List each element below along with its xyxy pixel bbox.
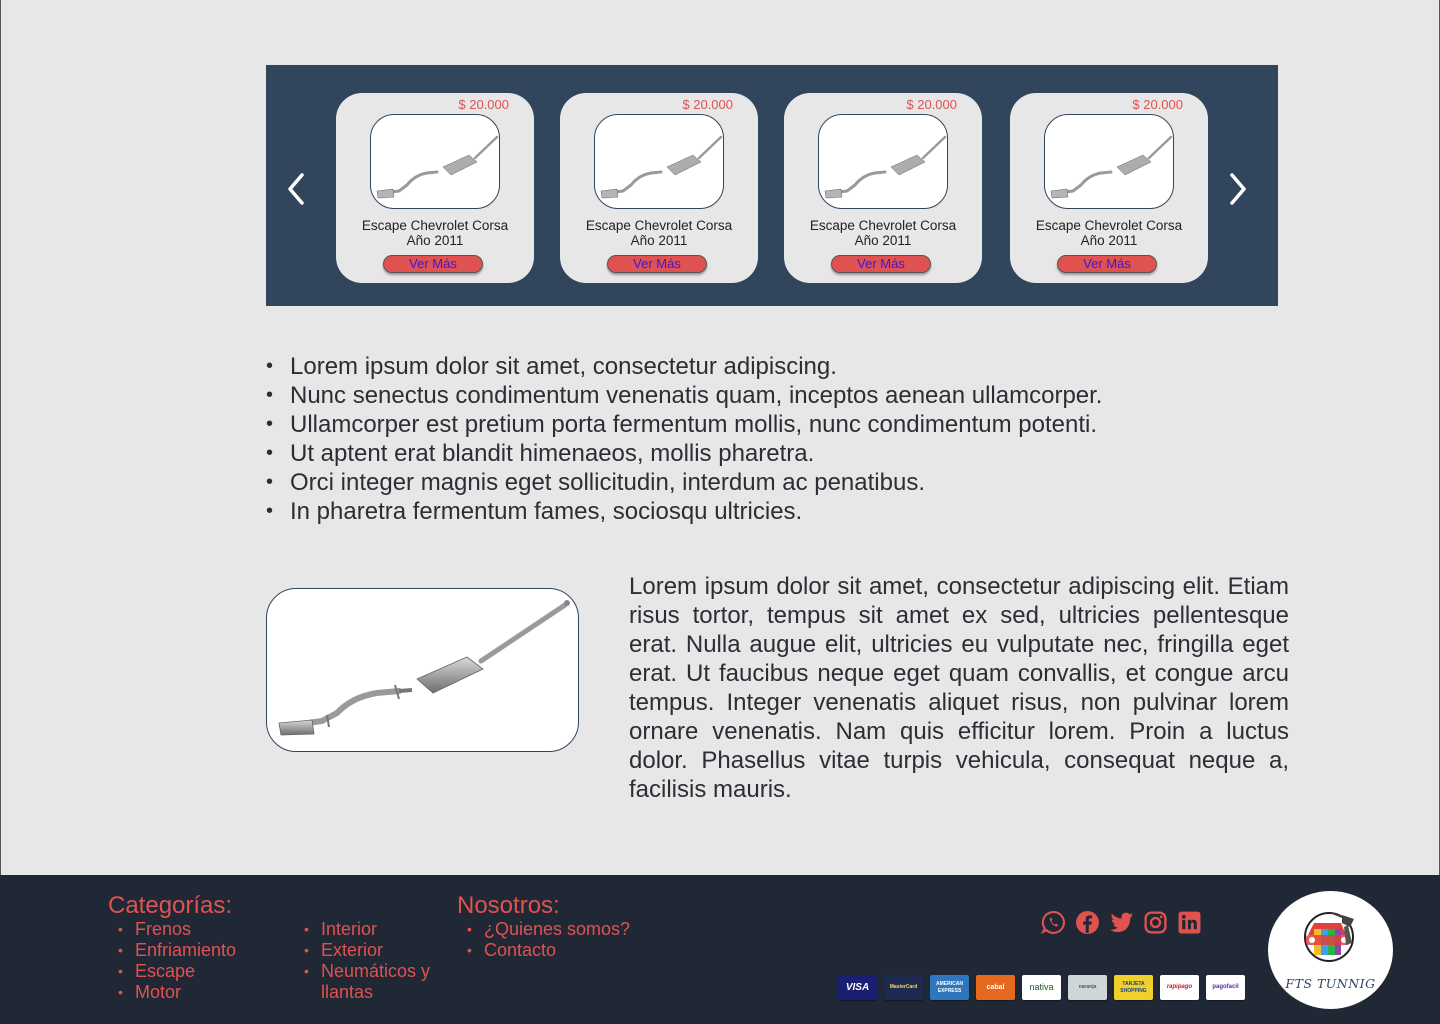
categories-title: Categorías: bbox=[108, 892, 233, 919]
social-links bbox=[1040, 910, 1202, 935]
feature-item: Nunc senectus condimentum venenatis quam… bbox=[266, 381, 1102, 410]
feature-item: Lorem ipsum dolor sit amet, consectetur … bbox=[266, 352, 1102, 381]
feature-item: Ut aptent erat blandit himenaeos, mollis… bbox=[266, 439, 1102, 468]
tarjeta-shopping-icon: TARJETA SHOPPING bbox=[1114, 975, 1153, 1000]
footer-link-frenos[interactable]: Frenos bbox=[108, 919, 236, 940]
amex-card-icon: AMERICAN EXPRESS bbox=[930, 975, 969, 1000]
footer-link-escape[interactable]: Escape bbox=[108, 961, 236, 982]
footer-link-exterior[interactable]: Exterior bbox=[294, 940, 464, 961]
naranja-card-icon: naranja bbox=[1068, 975, 1107, 1000]
twitter-link[interactable] bbox=[1109, 910, 1134, 935]
brand-logo[interactable]: FTS TUNNIG bbox=[1268, 891, 1393, 1009]
product-name: Escape Chevrolet Corsa Año 2011 bbox=[361, 218, 509, 248]
footer-link-neumaticos[interactable]: Neumáticos y llantas bbox=[294, 961, 464, 1003]
instagram-icon bbox=[1144, 911, 1167, 934]
linkedin-link[interactable] bbox=[1177, 910, 1202, 935]
product-price: $ 20.000 bbox=[1132, 97, 1183, 112]
brand-name: FTS TUNNIG bbox=[1285, 976, 1376, 991]
feature-item: Orci integer magnis eget sollicitudin, i… bbox=[266, 468, 1102, 497]
product-name: Escape Chevrolet Corsa Año 2011 bbox=[809, 218, 957, 248]
product-card[interactable]: $ 20.000 Escape Chevrolet Corsa Año 2011… bbox=[560, 93, 758, 283]
carousel-next-button[interactable] bbox=[1224, 169, 1250, 209]
whatsapp-icon bbox=[1040, 911, 1065, 935]
twitter-icon bbox=[1110, 912, 1133, 933]
feature-list: Lorem ipsum dolor sit amet, consectetur … bbox=[266, 352, 1102, 526]
footer-link-motor[interactable]: Motor bbox=[108, 982, 236, 1003]
whatsapp-link[interactable] bbox=[1040, 910, 1066, 935]
linkedin-icon bbox=[1178, 911, 1201, 934]
rapipago-icon: rapipago bbox=[1160, 975, 1199, 1000]
product-price: $ 20.000 bbox=[906, 97, 957, 112]
product-carousel: $ 20.000 Escape Chevrolet Corsa Año 2011… bbox=[266, 65, 1278, 306]
mastercard-icon: MasterCard bbox=[884, 975, 923, 1000]
footer-link-about[interactable]: ¿Quienes somos? bbox=[457, 919, 630, 940]
product-main-image bbox=[266, 588, 579, 752]
product-image bbox=[818, 114, 948, 209]
see-more-button[interactable]: Ver Más bbox=[383, 255, 483, 273]
facebook-link[interactable] bbox=[1075, 910, 1100, 935]
pagofacil-icon: pagofacil bbox=[1206, 975, 1245, 1000]
page-edge-left bbox=[0, 0, 1, 875]
feature-item: In pharetra fermentum fames, sociosqu ul… bbox=[266, 497, 1102, 526]
product-name: Escape Chevrolet Corsa Año 2011 bbox=[1035, 218, 1183, 248]
chevron-right-icon bbox=[1230, 173, 1246, 205]
site-footer: Categorías: Frenos Enfriamiento Escape M… bbox=[0, 875, 1440, 1024]
about-list: ¿Quienes somos? Contacto bbox=[457, 919, 630, 961]
product-card[interactable]: $ 20.000 Escape Chevrolet Corsa Año 2011… bbox=[1010, 93, 1208, 283]
product-description: Lorem ipsum dolor sit amet, consectetur … bbox=[629, 573, 1289, 803]
product-price: $ 20.000 bbox=[682, 97, 733, 112]
product-image bbox=[1044, 114, 1174, 209]
product-card[interactable]: $ 20.000 Escape Chevrolet Corsa Año 2011… bbox=[784, 93, 982, 283]
chevron-left-icon bbox=[288, 173, 304, 205]
product-price: $ 20.000 bbox=[458, 97, 509, 112]
carousel-prev-button[interactable] bbox=[284, 169, 310, 209]
feature-item: Ullamcorper est pretium porta fermentum … bbox=[266, 410, 1102, 439]
exhaust-pipe-image bbox=[1050, 135, 1173, 199]
visa-card-icon: VISA bbox=[838, 975, 877, 1000]
footer-link-contact[interactable]: Contacto bbox=[457, 940, 630, 961]
exhaust-pipe-image bbox=[278, 600, 570, 736]
exhaust-pipe-image bbox=[600, 135, 723, 199]
facebook-icon bbox=[1076, 911, 1099, 934]
about-title: Nosotros: bbox=[457, 892, 560, 919]
product-name: Escape Chevrolet Corsa Año 2011 bbox=[585, 218, 733, 248]
footer-link-enfriamiento[interactable]: Enfriamiento bbox=[108, 940, 236, 961]
see-more-button[interactable]: Ver Más bbox=[831, 255, 931, 273]
product-image bbox=[370, 114, 500, 209]
footer-link-interior[interactable]: Interior bbox=[294, 919, 464, 940]
categories-list-2: Interior Exterior Neumáticos y llantas bbox=[294, 919, 464, 1003]
exhaust-pipe-image bbox=[824, 135, 947, 199]
nativa-card-icon: nativa bbox=[1022, 975, 1061, 1000]
instagram-link[interactable] bbox=[1143, 910, 1168, 935]
product-image bbox=[594, 114, 724, 209]
see-more-button[interactable]: Ver Más bbox=[607, 255, 707, 273]
cabal-card-icon: cabal bbox=[976, 975, 1015, 1000]
exhaust-pipe-image bbox=[376, 135, 499, 199]
see-more-button[interactable]: Ver Más bbox=[1057, 255, 1157, 273]
payment-methods: VISA MasterCard AMERICAN EXPRESS cabal n… bbox=[838, 975, 1245, 1000]
categories-list-1: Frenos Enfriamiento Escape Motor bbox=[108, 919, 236, 1003]
product-card[interactable]: $ 20.000 Escape Chevrolet Corsa Año 2011… bbox=[336, 93, 534, 283]
car-spray-logo-icon bbox=[1304, 912, 1354, 962]
